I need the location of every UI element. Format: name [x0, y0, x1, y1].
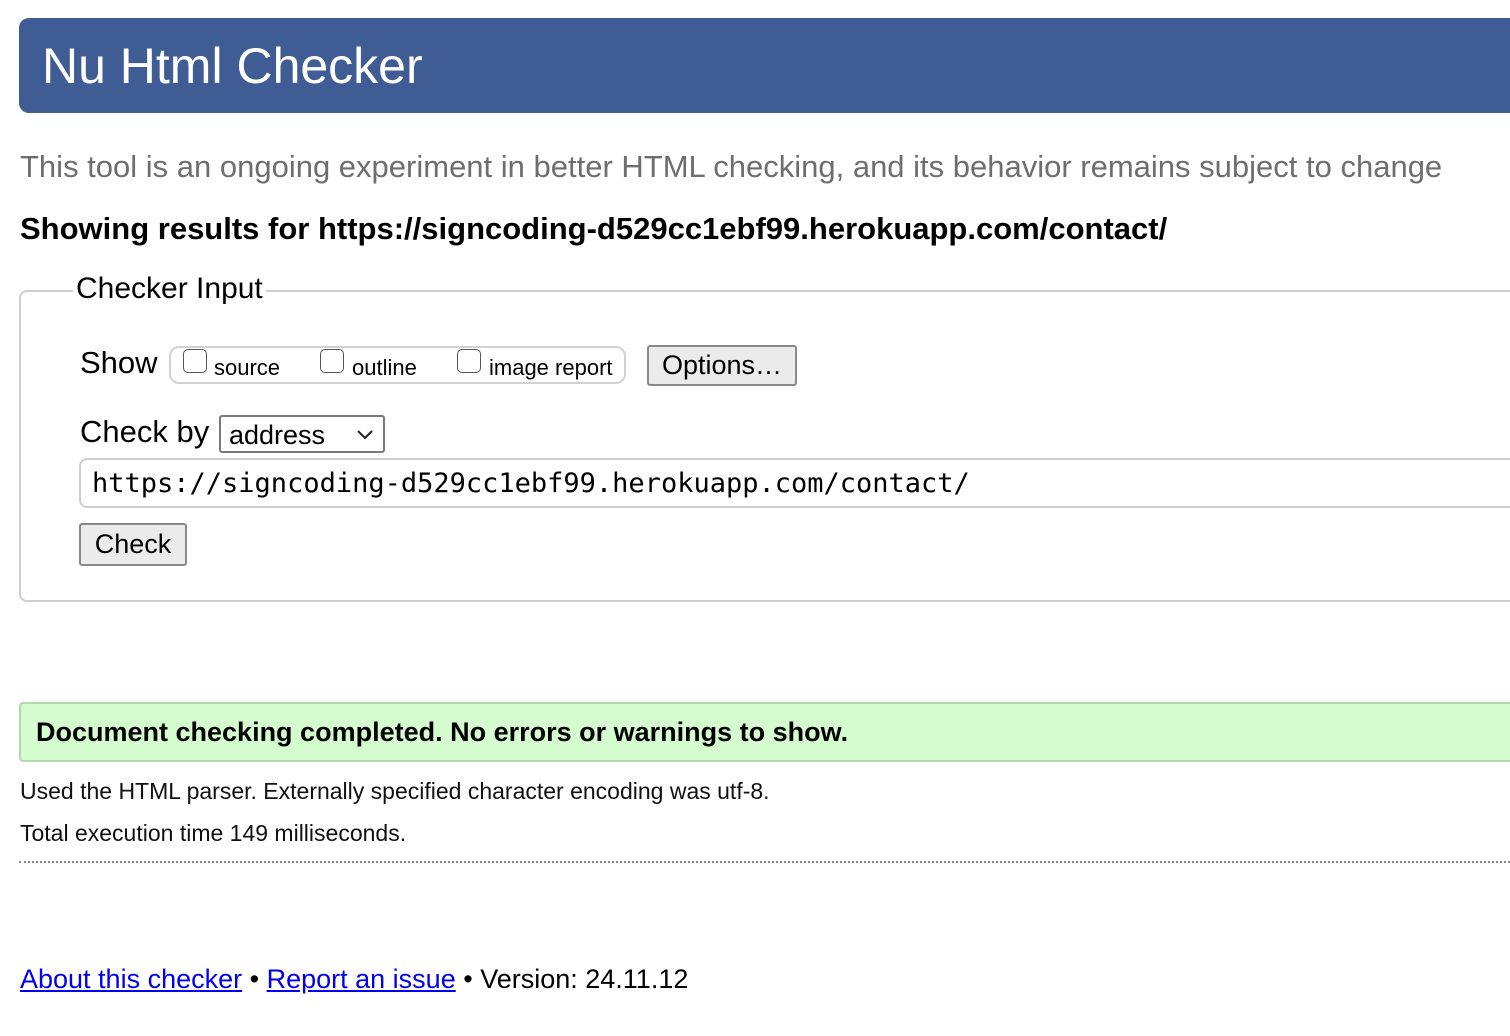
execution-time: Total execution time 149 milliseconds.: [20, 820, 407, 846]
success-message-box: Document checking completed. No errors o…: [19, 702, 1510, 762]
divider: [19, 861, 1510, 863]
check-button[interactable]: Check: [79, 523, 187, 566]
show-label: Show: [80, 345, 158, 380]
version-text: Version: 24.11.12: [480, 964, 689, 994]
footer: About this checker • Report an issue • V…: [20, 962, 688, 996]
url-input-value[interactable]: https://signcoding-d529cc1ebf99.herokuap…: [92, 467, 970, 501]
page-title: Nu Html Checker: [42, 38, 423, 94]
check-by-select-value[interactable]: address: [229, 419, 325, 451]
source-checkbox-label[interactable]: source: [214, 354, 280, 382]
chevron-down-icon[interactable]: [356, 425, 374, 443]
image-report-checkbox-label[interactable]: image report: [489, 354, 613, 382]
parser-info: Used the HTML parser. Externally specifi…: [20, 778, 770, 804]
page: Nu Html Checker This tool is an ongoing …: [0, 0, 1510, 1036]
footer-separator: •: [463, 964, 473, 994]
tagline: This tool is an ongoing experiment in be…: [20, 149, 1443, 184]
success-message: Document checking completed. No errors o…: [36, 717, 849, 747]
report-issue-link[interactable]: Report an issue: [267, 964, 456, 994]
options-button[interactable]: Options…: [647, 345, 797, 386]
outline-checkbox[interactable]: [320, 349, 344, 373]
results-heading: Showing results for https://signcoding-d…: [20, 211, 1168, 246]
show-options-group: source outline image report: [169, 346, 626, 384]
checker-input-legend: Checker Input: [73, 270, 266, 308]
footer-separator: •: [249, 964, 260, 994]
about-link[interactable]: About this checker: [20, 964, 242, 994]
outline-checkbox-label[interactable]: outline: [352, 354, 417, 382]
source-checkbox[interactable]: [183, 349, 207, 373]
url-input[interactable]: https://signcoding-d529cc1ebf99.herokuap…: [79, 458, 1510, 508]
check-by-label: Check by: [80, 414, 210, 449]
image-report-checkbox[interactable]: [457, 349, 481, 373]
check-by-select[interactable]: address: [219, 415, 385, 453]
header-banner: Nu Html Checker: [19, 18, 1510, 113]
